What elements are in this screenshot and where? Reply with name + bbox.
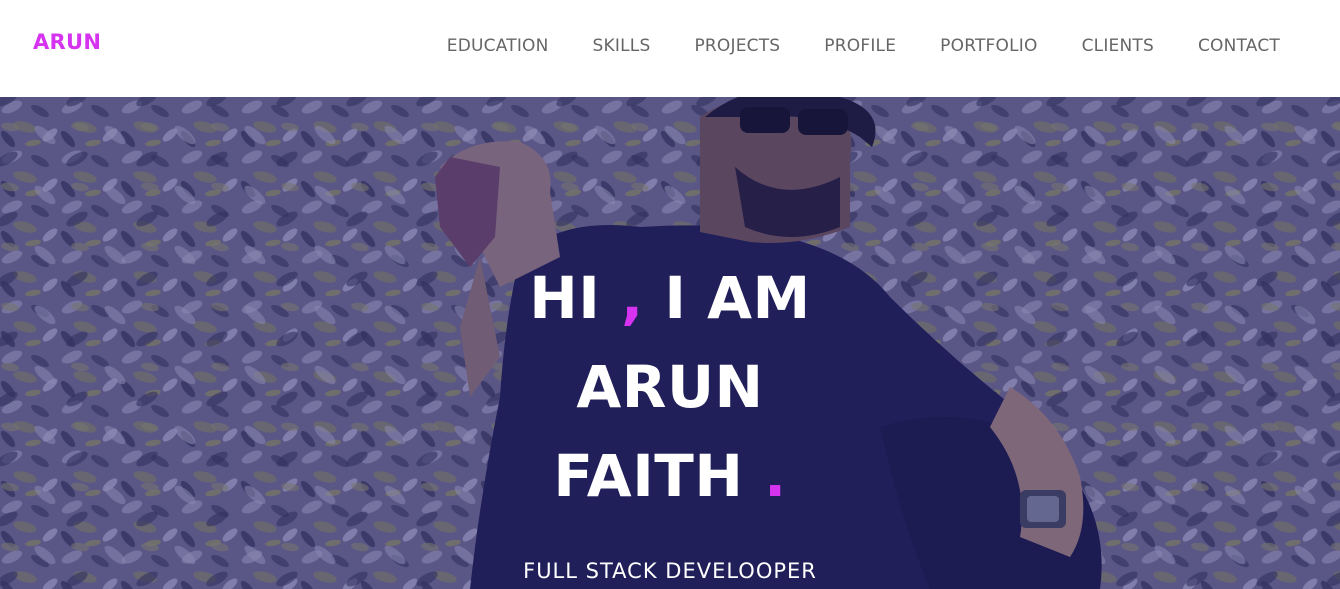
nav-menu: EDUCATION SKILLS PROJECTS PROFILE PORTFO…	[447, 36, 1280, 56]
nav-link-education[interactable]: EDUCATION	[447, 36, 549, 56]
nav-item-contact: CONTACT	[1198, 36, 1280, 56]
hero-section: HI , I AM ARUN FAITH . FULL STACK DEVELO…	[0, 97, 1340, 589]
nav-item-clients: CLIENTS	[1082, 36, 1154, 56]
nav-link-profile[interactable]: PROFILE	[824, 36, 896, 56]
nav-link-portfolio[interactable]: PORTFOLIO	[940, 36, 1037, 56]
greeting-comma: ,	[621, 264, 644, 332]
nav-item-portfolio: PORTFOLIO	[940, 36, 1037, 56]
i-am-text: I AM	[664, 264, 811, 332]
hero-overlay	[0, 97, 1340, 589]
nav-link-contact[interactable]: CONTACT	[1198, 36, 1280, 56]
hero-last-name: FAITH	[553, 442, 744, 510]
hero-line-greeting: HI , I AM	[0, 269, 1340, 327]
nav-item-skills: SKILLS	[593, 36, 651, 56]
nav-link-projects[interactable]: PROJECTS	[694, 36, 780, 56]
nav-item-profile: PROFILE	[824, 36, 896, 56]
greeting-text: HI	[529, 264, 601, 332]
nav-item-projects: PROJECTS	[694, 36, 780, 56]
hero-accent-dot: .	[764, 442, 787, 510]
hero-subtitle: FULL STACK DEVELOOPER	[523, 559, 817, 583]
hero-first-name: ARUN	[576, 353, 764, 421]
nav-link-skills[interactable]: SKILLS	[593, 36, 651, 56]
brand-logo[interactable]: ARUN	[33, 30, 101, 54]
hero-line-last-name: FAITH .	[0, 447, 1340, 505]
navbar: ARUN EDUCATION SKILLS PROJECTS PROFILE P…	[0, 0, 1340, 97]
nav-link-clients[interactable]: CLIENTS	[1082, 36, 1154, 56]
nav-item-education: EDUCATION	[447, 36, 549, 56]
